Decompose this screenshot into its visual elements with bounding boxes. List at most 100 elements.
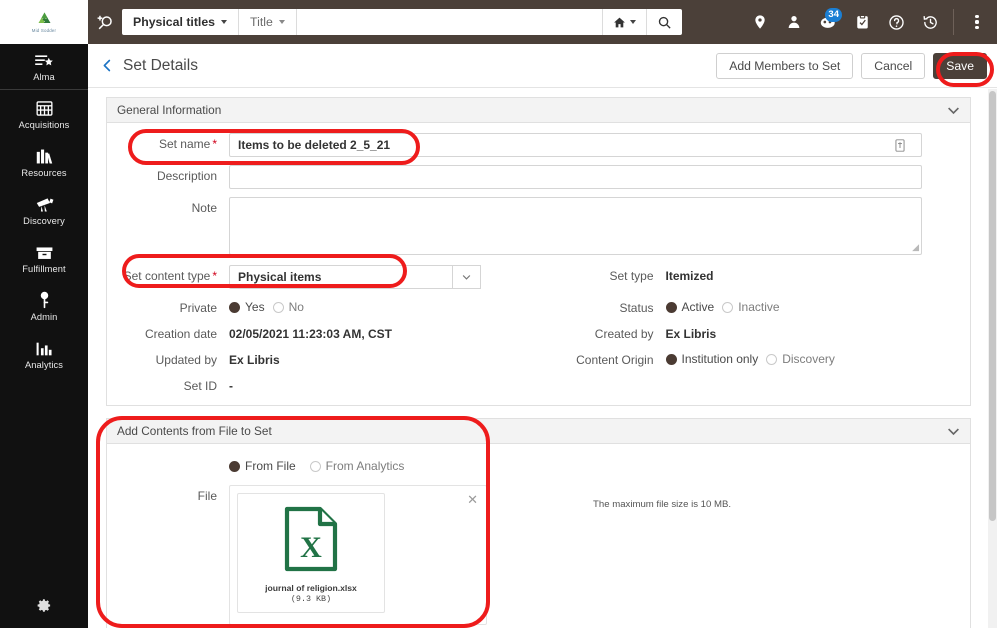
set-id-row: Set ID - xyxy=(107,375,970,393)
discovery-telescope-icon xyxy=(34,195,55,213)
set-content-type-row: Set content type * Physical items xyxy=(107,265,539,289)
sidebar-label-analytics: Analytics xyxy=(24,359,64,370)
chevron-down-icon xyxy=(630,20,636,24)
private-and-status-row: Private Yes No Status Active Inactive xyxy=(107,297,970,323)
set-name-input[interactable]: Items to be deleted 2_5_21 xyxy=(229,133,922,157)
general-information-card: General Information Set name * Items to … xyxy=(106,97,971,406)
add-search-icon[interactable] xyxy=(88,13,122,32)
person-icon[interactable] xyxy=(778,7,810,37)
set-content-type-dropdown-button[interactable] xyxy=(453,265,481,289)
tasks-icon[interactable]: 34 xyxy=(812,7,844,37)
radio-dot-selected xyxy=(229,460,240,472)
set-type-col: Set type Itemized xyxy=(539,265,971,297)
chevron-down-icon xyxy=(278,20,285,24)
status-label: Status xyxy=(619,301,654,315)
chevron-down-icon[interactable] xyxy=(947,106,960,115)
created-by-value: Ex Libris xyxy=(665,327,717,341)
file-dropzone[interactable]: ✕ X journal of religion.xlsx (9.3 KB) xyxy=(229,485,487,625)
creation-date-and-created-by-row: Creation date 02/05/2021 11:23:03 AM, CS… xyxy=(107,323,970,349)
status-option-active[interactable]: Active xyxy=(665,300,714,314)
set-type-label: Set type xyxy=(609,269,654,283)
radio-dot xyxy=(722,301,734,313)
source-option-from-file-label: From File xyxy=(245,459,296,473)
sidebar-item-discovery[interactable]: Discovery xyxy=(0,186,88,234)
resize-handle-icon[interactable]: ◢ xyxy=(912,242,919,253)
scrollbar-thumb[interactable] xyxy=(989,91,996,521)
content-origin-label: Content Origin xyxy=(576,353,654,367)
private-label: Private xyxy=(179,301,217,315)
form-scroll-area: General Information Set name * Items to … xyxy=(88,89,989,628)
sidebar-item-resources[interactable]: Resources xyxy=(0,138,88,186)
radio-dot xyxy=(272,301,284,313)
status-option-inactive[interactable]: Inactive xyxy=(722,300,780,314)
recycle-logo-icon xyxy=(38,12,50,23)
sidebar-item-settings[interactable] xyxy=(0,582,88,628)
sidebar-item-admin[interactable]: Admin xyxy=(0,282,88,330)
excel-file-icon: X xyxy=(284,506,338,572)
private-option-yes-label: Yes xyxy=(245,300,265,314)
sidebar-item-acquisitions[interactable]: Acquisitions xyxy=(0,90,88,138)
back-chevron-icon[interactable] xyxy=(96,57,123,74)
search-field-label: Title xyxy=(250,15,273,29)
page-title: Set Details xyxy=(123,56,198,74)
status-radio-group: Active Inactive xyxy=(665,297,780,314)
content-origin-option-discovery[interactable]: Discovery xyxy=(766,352,835,366)
history-icon[interactable] xyxy=(914,7,946,37)
location-pin-icon[interactable] xyxy=(744,7,776,37)
add-contents-body: From File From Analytics File ✕ X journa… xyxy=(107,444,970,628)
cancel-button[interactable]: Cancel xyxy=(861,52,926,79)
private-option-yes[interactable]: Yes xyxy=(229,300,265,314)
content-origin-option-institution[interactable]: Institution only xyxy=(665,352,758,366)
file-dropzone-wrap: ✕ X journal of religion.xlsx (9.3 KB) xyxy=(229,485,487,625)
page-actions: Add Members to Set Cancel Save xyxy=(716,52,987,79)
sidebar-item-analytics[interactable]: Analytics xyxy=(0,330,88,378)
set-name-row: Set name * Items to be deleted 2_5_21 xyxy=(107,133,970,157)
private-option-no[interactable]: No xyxy=(272,300,304,314)
clipboard-check-icon[interactable] xyxy=(846,7,878,37)
set-id-value: - xyxy=(229,379,233,393)
sidebar-label-resources: Resources xyxy=(21,167,67,178)
creation-date-value: 02/05/2021 11:23:03 AM, CST xyxy=(229,327,392,341)
file-label: File xyxy=(197,489,217,503)
search-home-scope-button[interactable] xyxy=(602,9,646,35)
add-members-to-set-button[interactable]: Add Members to Set xyxy=(716,52,854,79)
created-by-label: Created by xyxy=(594,327,654,341)
sidebar-item-fulfillment[interactable]: Fulfillment xyxy=(0,234,88,282)
set-content-type-select[interactable]: Physical items xyxy=(229,265,453,289)
radio-dot-selected xyxy=(229,301,240,313)
search-input[interactable] xyxy=(296,9,602,35)
private-col: Private Yes No xyxy=(107,297,539,323)
analytics-bars-icon xyxy=(35,339,54,357)
search-bar: Physical titles Title xyxy=(122,9,682,35)
logo-text: Mid Sodder xyxy=(31,28,57,33)
set-name-label: Set name xyxy=(158,137,211,151)
sidebar-label-acquisitions: Acquisitions xyxy=(18,119,70,130)
creation-date-col: Creation date 02/05/2021 11:23:03 AM, CS… xyxy=(107,323,539,349)
private-row: Private Yes No xyxy=(107,297,539,315)
set-name-value: Items to be deleted 2_5_21 xyxy=(238,138,391,152)
help-icon[interactable] xyxy=(880,7,912,37)
search-submit-button[interactable] xyxy=(646,9,682,35)
institution-logo[interactable]: Mid Sodder xyxy=(0,0,88,44)
search-field-dropdown[interactable]: Title xyxy=(239,9,297,35)
general-information-header: General Information xyxy=(107,98,970,123)
source-option-from-analytics[interactable]: From Analytics xyxy=(309,459,404,473)
save-button[interactable]: Save xyxy=(933,52,987,79)
sidebar-item-alma[interactable]: Alma xyxy=(0,44,88,90)
chevron-down-icon xyxy=(462,275,471,280)
description-row: Description xyxy=(107,165,970,189)
sidebar-label-fulfillment: Fulfillment xyxy=(22,263,66,274)
max-file-size-note: The maximum file size is 10 MB. xyxy=(593,499,732,510)
description-input[interactable] xyxy=(229,165,922,189)
vertical-scrollbar[interactable] xyxy=(988,89,997,628)
search-scope-dropdown[interactable]: Physical titles xyxy=(122,9,240,35)
source-option-from-file[interactable]: From File xyxy=(229,459,296,473)
toolbar-icon-group: 34 xyxy=(744,7,997,37)
chevron-down-icon[interactable] xyxy=(947,427,960,436)
note-textarea[interactable]: ◢ xyxy=(229,197,922,255)
translation-icon[interactable] xyxy=(887,138,913,152)
close-icon[interactable]: ✕ xyxy=(467,492,478,508)
radio-dot xyxy=(309,460,321,472)
kebab-menu-icon[interactable] xyxy=(961,7,993,37)
uploaded-file-card[interactable]: X journal of religion.xlsx (9.3 KB) xyxy=(237,493,385,613)
